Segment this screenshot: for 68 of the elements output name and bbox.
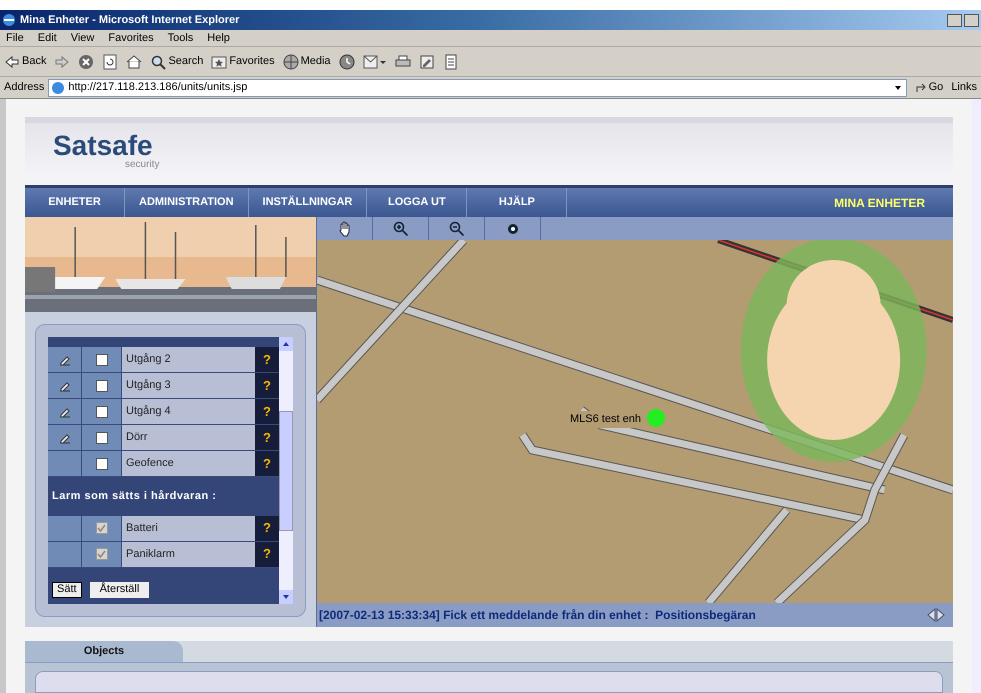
pencil-icon[interactable] bbox=[58, 380, 70, 392]
checkbox[interactable] bbox=[96, 380, 108, 392]
toolbar-button[interactable]: Back bbox=[4, 53, 46, 70]
status-message: [2007-02-13 15:33:34] Fick ett meddelande från din enhet : Positionsbegäran bbox=[319, 607, 757, 624]
checkbox[interactable] bbox=[96, 458, 108, 470]
check-icon bbox=[97, 524, 106, 532]
checkbox[interactable] bbox=[96, 354, 108, 366]
menu-item[interactable]: View bbox=[70, 30, 94, 46]
pencil-icon[interactable] bbox=[58, 432, 70, 444]
star-folder-icon bbox=[211, 54, 228, 70]
toolbar-button[interactable]: Favorites bbox=[211, 53, 275, 70]
alarm-heading: Larm som sätts i hårdvaran : bbox=[51, 489, 218, 504]
scroll-down-icon[interactable] bbox=[279, 590, 293, 604]
menu-item[interactable]: Tools bbox=[168, 30, 194, 46]
links-label[interactable]: Links bbox=[951, 79, 977, 96]
page-icon bbox=[51, 80, 66, 94]
next-arrow-icon[interactable] bbox=[936, 608, 945, 622]
pencil-icon[interactable] bbox=[58, 406, 70, 418]
search-icon bbox=[150, 54, 166, 70]
go-button[interactable]: Go bbox=[910, 79, 948, 96]
form-button[interactable]: Återställ bbox=[90, 582, 150, 598]
address-label: Address bbox=[4, 80, 44, 96]
zoom-in-icon bbox=[392, 220, 408, 236]
minimize-button[interactable] bbox=[947, 14, 962, 26]
address-field[interactable]: http://217.118.213.186/units/units.jsp bbox=[48, 78, 907, 96]
scroll-up-icon[interactable] bbox=[279, 337, 293, 351]
hand-icon bbox=[336, 220, 352, 236]
toolbar-button[interactable]: Search bbox=[150, 53, 204, 70]
menu-item[interactable]: Help bbox=[207, 30, 230, 46]
menu-item[interactable]: Edit bbox=[38, 30, 57, 46]
arrow-icon bbox=[914, 82, 927, 94]
row-label: Utgång 4 bbox=[126, 404, 171, 420]
row-label: Utgång 3 bbox=[126, 378, 171, 394]
previous-arrow-icon[interactable] bbox=[927, 608, 936, 622]
page-heading: MINA ENHETER bbox=[834, 194, 925, 212]
globe-icon bbox=[282, 54, 299, 70]
printer-icon[interactable] bbox=[394, 54, 411, 70]
back-arrow-icon bbox=[4, 54, 20, 70]
logo-tagline: security bbox=[124, 160, 160, 170]
row-label: Batteri bbox=[126, 520, 158, 536]
stop-icon[interactable] bbox=[78, 54, 94, 70]
history-icon[interactable] bbox=[338, 54, 355, 70]
menu-item[interactable]: Favorites bbox=[108, 30, 154, 46]
pencil-icon[interactable] bbox=[58, 354, 70, 366]
marker-label: MLS6 test enh bbox=[569, 411, 642, 428]
home-icon[interactable] bbox=[126, 54, 142, 70]
refresh-icon[interactable] bbox=[102, 54, 118, 70]
row-label: Geofence bbox=[126, 456, 174, 472]
browser-icon bbox=[2, 13, 16, 27]
row-label: Utgång 2 bbox=[126, 352, 171, 368]
checkbox[interactable] bbox=[96, 406, 108, 418]
checkbox[interactable] bbox=[96, 432, 108, 444]
toolbar-button[interactable]: Media bbox=[282, 53, 331, 70]
form-button[interactable]: Sätt bbox=[52, 582, 82, 598]
zoom-out-icon bbox=[448, 220, 464, 236]
mail-icon[interactable] bbox=[362, 54, 387, 70]
logo-text: Satsafe bbox=[53, 132, 153, 160]
row-label: Paniklarm bbox=[126, 546, 175, 562]
row-label: Dörr bbox=[126, 430, 148, 446]
maximize-button[interactable] bbox=[964, 14, 979, 26]
document-icon[interactable] bbox=[442, 54, 459, 70]
edit-icon[interactable] bbox=[418, 54, 435, 70]
forward-arrow-icon[interactable] bbox=[54, 54, 70, 70]
scrollbar[interactable] bbox=[279, 337, 293, 604]
menu-item[interactable]: File bbox=[6, 30, 24, 46]
tab[interactable]: Objects bbox=[25, 641, 183, 662]
check-icon bbox=[97, 550, 106, 558]
window-title: Mina Enheter - Microsoft Internet Explorer bbox=[20, 12, 240, 28]
